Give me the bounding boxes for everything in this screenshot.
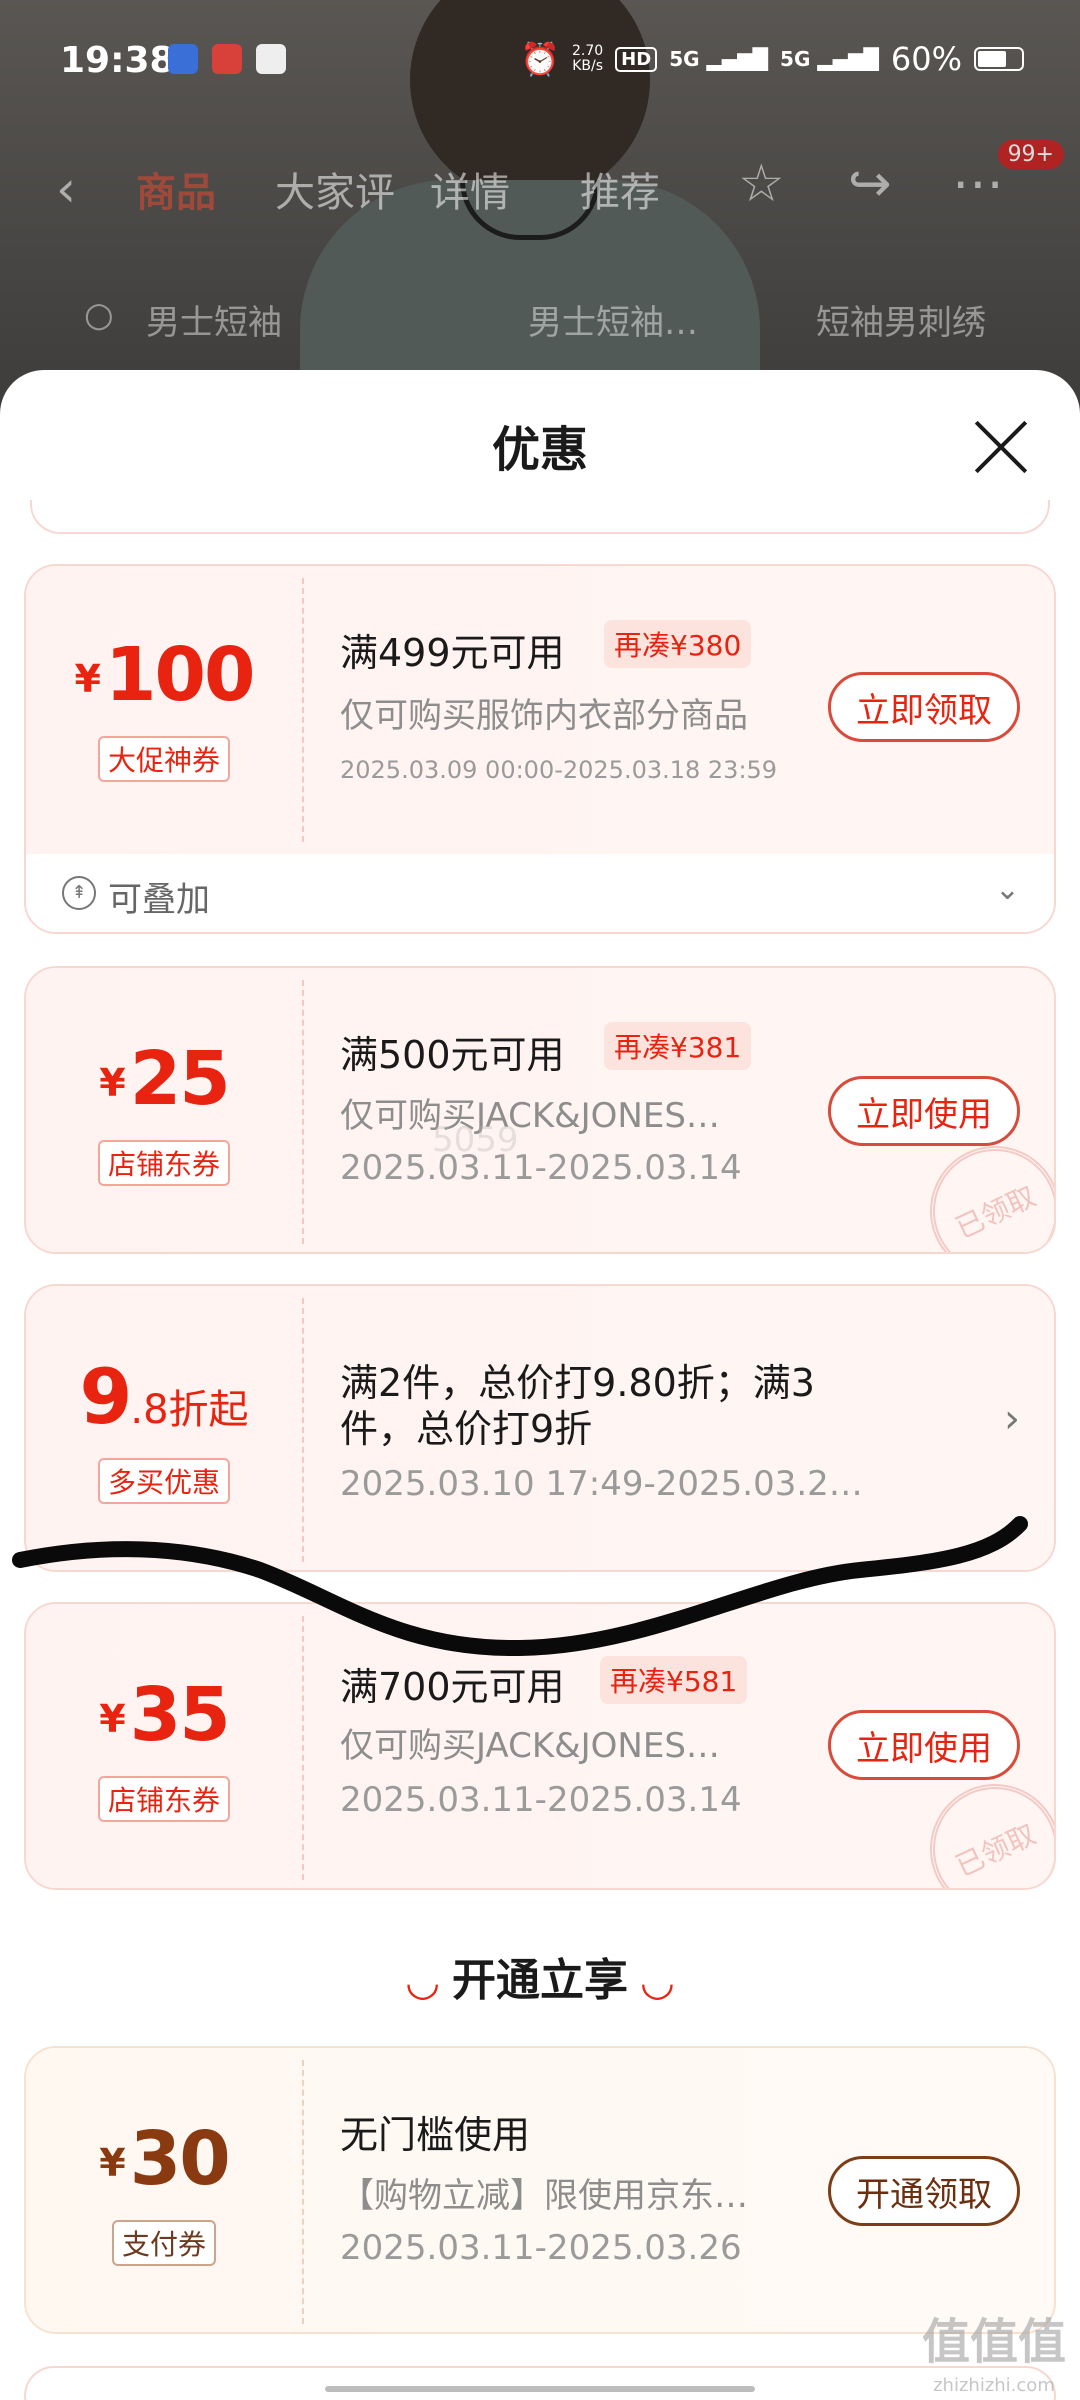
- coupon-type-badge: 多买优惠: [97, 1458, 231, 1504]
- status-time: 19:38: [60, 40, 175, 81]
- search-icon[interactable]: ○: [84, 295, 114, 335]
- battery-icon: [974, 47, 1024, 71]
- coupon-type-badge: 大促神券: [97, 736, 231, 782]
- next-coupon-edge: [24, 2366, 1056, 2400]
- battery-percent: 60%: [890, 40, 962, 78]
- currency-symbol: ¥: [74, 657, 101, 701]
- watermark-url: zhizhizhi.com: [933, 2375, 1055, 2396]
- use-button[interactable]: 立即使用: [828, 1076, 1020, 1146]
- previous-coupon-edge: [30, 500, 1050, 534]
- discount-big: 9: [79, 1352, 132, 1441]
- chevron-down-icon[interactable]: ⌄: [995, 872, 1020, 907]
- sheet-title: 优惠: [491, 422, 588, 478]
- currency-symbol: ¥: [99, 2141, 126, 2185]
- hd-tag: HD: [615, 46, 658, 72]
- coupon-amount: 25: [129, 1036, 231, 1122]
- claim-button[interactable]: 立即领取: [828, 672, 1020, 742]
- coupon-gap-badge: 再凑¥581: [600, 1656, 748, 1704]
- alarm-icon: ⏰: [520, 40, 560, 78]
- coupon-card: 9.8折起 多买优惠 满2件，总价打9.80折；满3 件，总价打9折 2025.…: [24, 1284, 1056, 1572]
- coupon-value: ¥35 店铺东券: [26, 1604, 302, 1888]
- coupon-value: ¥25 店铺东券: [26, 968, 302, 1252]
- tab-details[interactable]: 详情: [430, 160, 510, 218]
- search-chip[interactable]: 男士短袖…: [528, 295, 698, 344]
- tab-product[interactable]: 商品: [136, 160, 216, 218]
- use-button[interactable]: 立即使用: [828, 1710, 1020, 1780]
- coupon-validity: 2025.03.11-2025.03.14: [340, 1780, 742, 1820]
- back-arrow-icon[interactable]: ‹: [56, 160, 76, 218]
- coupon-gap-badge: 再凑¥381: [604, 1022, 752, 1070]
- tab-reviews[interactable]: 大家评: [275, 160, 395, 218]
- coupon-value: 9.8折起 多买优惠: [26, 1286, 302, 1570]
- currency-symbol: ¥: [99, 1697, 126, 1741]
- coupon-scope: 【购物立减】限使用京东…: [340, 2176, 748, 2216]
- smile-icon: ◡: [642, 1959, 673, 2005]
- app-notification-icon: [256, 44, 286, 74]
- sim1-label: 5G: [669, 47, 700, 71]
- stackable-label: 可叠加: [108, 880, 210, 920]
- activate-claim-button[interactable]: 开通领取: [828, 2156, 1020, 2226]
- stack-icon: ⇞: [62, 876, 96, 910]
- site-watermark: 值值值 zhizhizhi.com: [922, 2318, 1066, 2400]
- net-speed: 2.70 KB/s: [572, 43, 604, 74]
- claimed-stamp: 已领取: [908, 1762, 1054, 1888]
- notification-icons: [168, 44, 286, 74]
- coupon-validity: 2025.03.11-2025.03.14: [340, 1148, 742, 1188]
- smile-icon: ◡: [407, 1959, 438, 2005]
- coupon-scope: 仅可购买JACK&JONES…: [340, 1096, 720, 1136]
- coupon-validity: 2025.03.09 00:00-2025.03.18 23:59: [340, 756, 778, 784]
- app-notification-icon: [168, 44, 198, 74]
- coupon-value: ¥30 支付券: [26, 2048, 302, 2332]
- search-chip[interactable]: 短袖男刺绣: [816, 295, 986, 344]
- signal-icon: 5G ▂▄▆█: [669, 47, 769, 71]
- product-nav: ‹ 商品 大家评 详情 推荐 ☆ ↪ ⋯ 99+: [0, 140, 1080, 230]
- discount-small: .8折起: [130, 1387, 249, 1433]
- cart-badge: 99+: [997, 140, 1064, 169]
- search-query[interactable]: 男士短袖: [146, 295, 282, 344]
- coupon-sheet: 优惠 ¥100 大促神券 满499元可用 再凑¥380 仅可购买服饰内衣部分商品…: [0, 370, 1080, 2400]
- coupon-validity: 2025.03.11-2025.03.26: [340, 2228, 742, 2268]
- coupon-type-badge: 支付券: [111, 2220, 217, 2266]
- home-indicator[interactable]: [325, 2386, 755, 2392]
- vip-heading-text: 开通立享: [452, 1955, 628, 2006]
- coupon-type-badge: 店铺东券: [97, 1776, 231, 1822]
- coupon-threshold: 无门槛使用: [340, 2113, 531, 2157]
- coupon-card: ¥35 店铺东券 满700元可用 再凑¥581 仅可购买JACK&JONES… …: [24, 1602, 1056, 1890]
- more-icon[interactable]: ⋯: [952, 154, 1004, 214]
- close-icon[interactable]: [972, 418, 1030, 476]
- coupon-value: ¥100 大促神券: [26, 566, 302, 854]
- tab-recommend[interactable]: 推荐: [580, 160, 660, 218]
- stackable-row[interactable]: ⇞ 可叠加 ⌄: [26, 854, 1054, 932]
- star-icon[interactable]: ☆: [738, 154, 785, 214]
- coupon-threshold: 满500元可用: [340, 1033, 565, 1077]
- currency-symbol: ¥: [99, 1061, 126, 1105]
- coupon-gap-badge: 再凑¥380: [604, 620, 752, 668]
- coupon-scope: 仅可购买服饰内衣部分商品: [340, 696, 748, 736]
- coupon-scope: 仅可购买JACK&JONES…: [340, 1726, 720, 1766]
- coupon-threshold: 满700元可用: [340, 1665, 565, 1709]
- signal-icon: 5G ▂▄▆█: [780, 47, 879, 71]
- coupon-card: ¥100 大促神券 满499元可用 再凑¥380 仅可购买服饰内衣部分商品 20…: [24, 564, 1056, 934]
- coupon-type-badge: 店铺东券: [97, 1140, 231, 1186]
- watermark-logo: 值值值: [921, 2314, 1066, 2370]
- vip-coupon-card: ¥30 支付券 无门槛使用 【购物立减】限使用京东… 2025.03.11-20…: [24, 2046, 1056, 2334]
- chevron-right-icon[interactable]: ›: [1004, 1396, 1020, 1442]
- coupon-threshold: 满499元可用: [340, 631, 565, 675]
- coupon-card: ¥25 店铺东券 满500元可用 再凑¥381 仅可购买JACK&JONES… …: [24, 966, 1056, 1254]
- share-icon[interactable]: ↪: [848, 154, 892, 214]
- app-notification-icon: [212, 44, 242, 74]
- vip-section-heading: ◡ 开通立享 ◡: [0, 1944, 1080, 2008]
- sim2-label: 5G: [780, 47, 811, 71]
- search-row: ○ 男士短袖 男士短袖… 短袖男刺绣: [0, 295, 1080, 355]
- coupon-amount: 30: [129, 2116, 231, 2202]
- status-bar: 19:38 ⏰ 2.70 KB/s HD 5G ▂▄▆█ 5G ▂▄▆█ 60%: [0, 0, 1080, 120]
- coupon-validity: 2025.03.10 17:49-2025.03.2…: [340, 1464, 863, 1504]
- center-watermark: 5059: [432, 1120, 519, 1160]
- coupon-amount: 35: [129, 1672, 231, 1758]
- promo-rule-line2: 件，总价打9折: [340, 1407, 593, 1451]
- coupon-amount: 100: [104, 632, 255, 718]
